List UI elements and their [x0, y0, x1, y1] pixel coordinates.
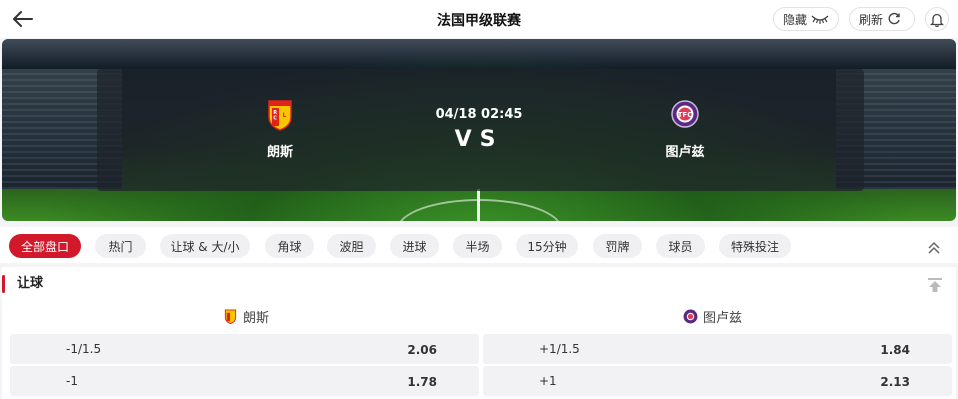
handicap-market: 让球 朗斯 图卢兹 -1/1.5 2.06 +1/1.5 1.84 -1 1.7…: [2, 267, 956, 399]
odds-button-home-row-1[interactable]: -1/1.5 2.06: [10, 334, 479, 364]
refresh-label: 刷新: [859, 12, 884, 27]
away-team-name: 图卢兹: [665, 145, 705, 160]
svg-text:TFC: TFC: [678, 111, 693, 119]
toulouse-crest-icon: TFC: [671, 100, 699, 128]
tab-correct-score[interactable]: 波胆: [327, 234, 376, 258]
refresh-button[interactable]: 刷新: [849, 7, 915, 31]
odds-button-away-row-1[interactable]: +1/1.5 1.84: [483, 334, 952, 364]
odds-price: 1.78: [407, 375, 437, 389]
tab-goals[interactable]: 进球: [390, 234, 439, 258]
away-column-label: 图卢兹: [703, 311, 743, 326]
refresh-icon: [888, 12, 900, 25]
tab-handicap-over-under[interactable]: 让球 & 大/小: [160, 234, 250, 258]
market-tabs: 全部盘口 热门 让球 & 大/小 角球 波胆 进球 半场 15分钟 罚牌 球员 …: [0, 227, 958, 263]
tab-players[interactable]: 球员: [656, 234, 705, 258]
home-column-header: 朗斯: [223, 307, 269, 326]
collapse-chevron-icon[interactable]: [925, 239, 943, 257]
handicap-line: -1: [66, 374, 78, 388]
tab-all-markets[interactable]: 全部盘口: [9, 234, 81, 258]
stadium-lights: [2, 39, 956, 69]
hide-button[interactable]: 隐藏: [773, 7, 839, 31]
market-title: 让球: [2, 273, 43, 295]
tab-cards[interactable]: 罚牌: [593, 234, 642, 258]
tab-hot[interactable]: 热门: [95, 234, 146, 258]
toulouse-crest-icon: [683, 309, 698, 324]
home-column-label: 朗斯: [243, 311, 270, 326]
match-banner: L R C 朗斯 04/18 02:45 VS TFC 图卢兹: [2, 39, 956, 221]
hide-label: 隐藏: [783, 12, 808, 27]
handicap-line: -1/1.5: [66, 342, 102, 356]
rc-lens-crest-icon: [224, 309, 237, 324]
bell-icon: [930, 13, 944, 27]
odds-price: 2.06: [407, 343, 437, 357]
odds-button-home-row-2[interactable]: -1 1.78: [10, 366, 479, 396]
pin-to-top-icon[interactable]: [926, 276, 944, 294]
handicap-line: +1/1.5: [539, 342, 580, 356]
tab-specials[interactable]: 特殊投注: [719, 234, 791, 258]
tab-corners[interactable]: 角球: [265, 234, 314, 258]
top-bar: 法国甲级联赛 隐藏 刷新: [0, 0, 958, 38]
notification-button[interactable]: [925, 7, 949, 31]
odds-button-away-row-2[interactable]: +1 2.13: [483, 366, 952, 396]
away-team[interactable]: TFC 图卢兹: [625, 99, 745, 160]
vs-label: VS: [454, 127, 504, 152]
eye-closed-icon: [811, 15, 829, 24]
handicap-line: +1: [539, 374, 557, 388]
tab-half-time[interactable]: 半场: [453, 234, 502, 258]
odds-price: 2.13: [880, 375, 910, 389]
away-column-header: 图卢兹: [683, 307, 742, 326]
pitch-halfway-line: [477, 189, 480, 221]
match-datetime: 04/18 02:45: [435, 107, 523, 122]
odds-price: 1.84: [880, 343, 910, 357]
tab-15-minutes[interactable]: 15分钟: [516, 234, 578, 258]
